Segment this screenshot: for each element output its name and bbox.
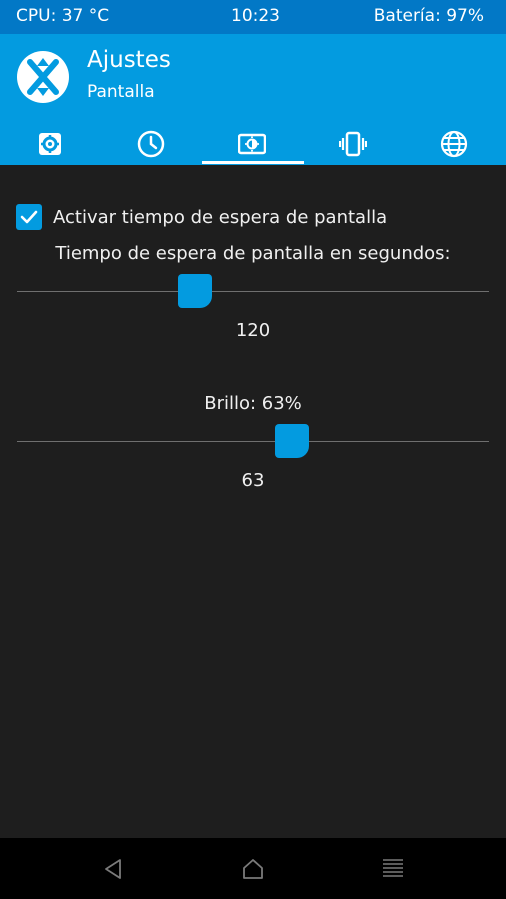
screen-timeout-slider-thumb[interactable] (178, 274, 212, 308)
brightness-slider-thumb[interactable] (275, 424, 309, 458)
home-icon (243, 859, 263, 879)
app-header: Ajustes Pantalla (0, 34, 506, 165)
menu-lines-icon (383, 859, 403, 877)
brightness-slider-track[interactable] (17, 441, 489, 442)
brightness-value: 63 (241, 470, 265, 491)
tab-vibration[interactable] (303, 124, 403, 164)
screen-timeout-label: Tiempo de espera de pantalla en segundos… (55, 243, 451, 264)
cpu-temperature: CPU: 37 °C (16, 6, 110, 26)
home-button[interactable] (233, 852, 273, 886)
tab-general[interactable] (0, 124, 100, 164)
twrp-logo-icon (16, 50, 70, 104)
selected-tab-indicator (202, 161, 304, 164)
back-button[interactable] (93, 852, 133, 886)
gear-icon (39, 133, 61, 155)
battery-level: Batería: 97% (373, 6, 484, 26)
checkbox-checked-icon[interactable] (16, 204, 42, 230)
back-triangle-icon (105, 859, 121, 879)
screen-timeout-toggle[interactable]: Activar tiempo de espera de pantalla (16, 204, 387, 230)
navigation-bar (0, 838, 506, 899)
screen-timeout-checkbox-label: Activar tiempo de espera de pantalla (53, 206, 388, 228)
globe-icon (440, 130, 468, 158)
clock-icon (137, 130, 165, 158)
screen-timeout-slider-track[interactable] (17, 291, 489, 292)
screen-brightness-icon (238, 133, 266, 155)
tab-screen[interactable] (202, 124, 302, 164)
status-bar: CPU: 37 °C 10:23 Batería: 97% (0, 0, 506, 34)
page-subtitle: Pantalla (87, 82, 155, 102)
page-title: Ajustes (87, 47, 171, 73)
tab-language[interactable] (404, 124, 504, 164)
brightness-label: Brillo: 63% (204, 393, 302, 414)
menu-button[interactable] (373, 852, 413, 886)
clock: 10:23 (231, 6, 280, 26)
vibration-icon (339, 131, 367, 157)
screen-timeout-value: 120 (235, 320, 271, 341)
tab-time[interactable] (101, 124, 201, 164)
